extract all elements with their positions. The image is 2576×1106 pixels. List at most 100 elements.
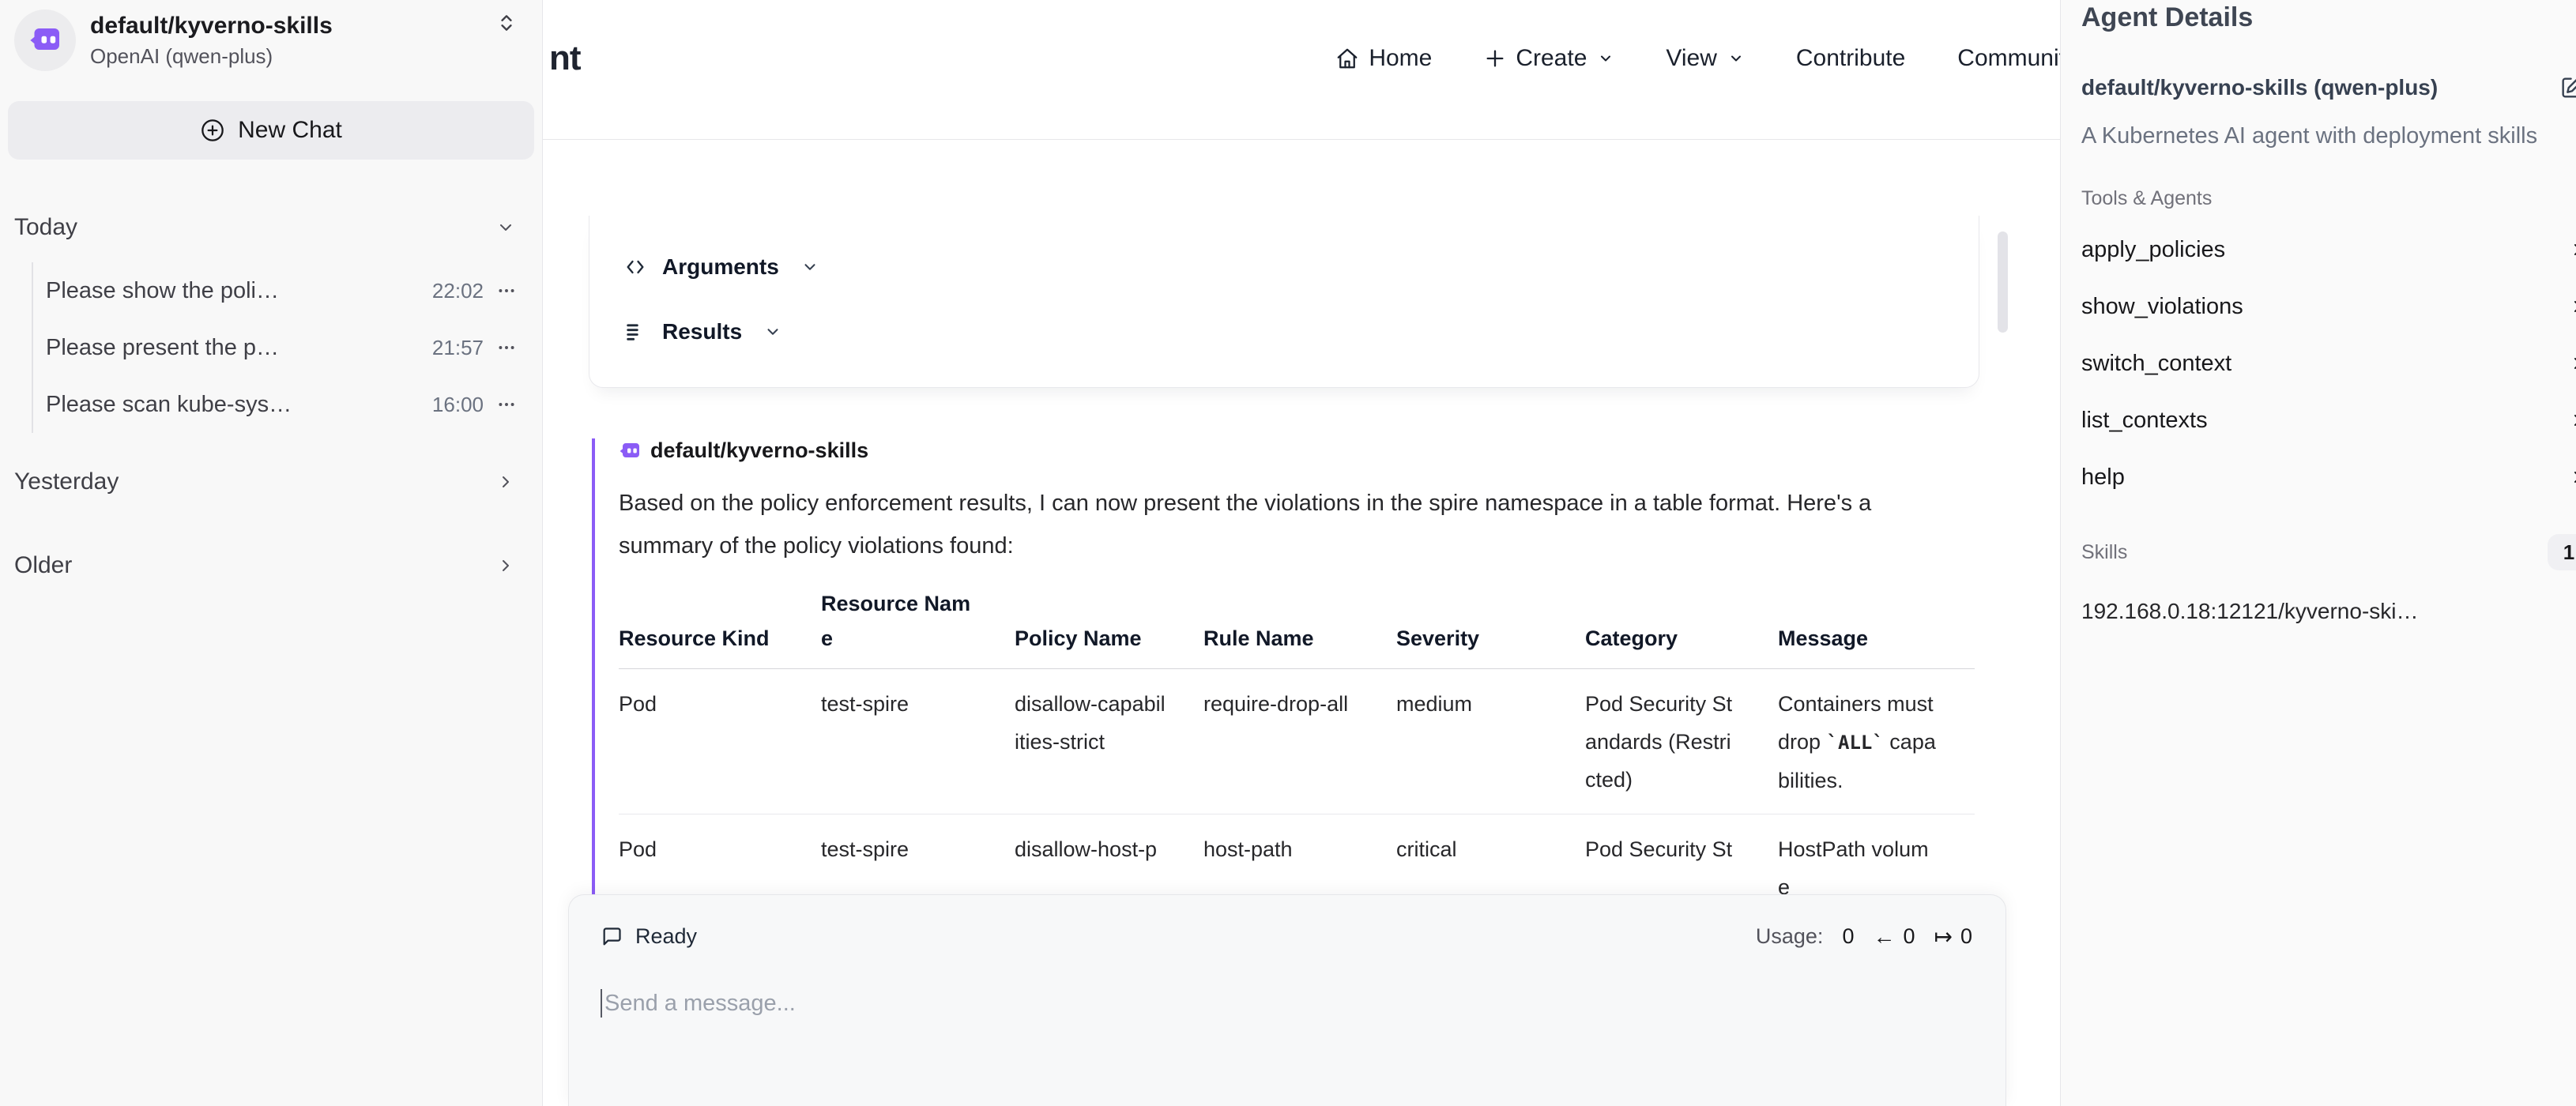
chevron-down-icon xyxy=(1728,51,1744,66)
message-input[interactable]: Send a message... xyxy=(601,989,1972,1018)
cell-rule-name: require-drop-all xyxy=(1203,669,1396,814)
nav-community-label: Community xyxy=(1957,45,2060,72)
scrollbar-thumb[interactable] xyxy=(1998,231,2008,333)
inline-code: `ALL` xyxy=(1827,732,1884,754)
arguments-toggle[interactable]: Arguments xyxy=(624,249,1979,285)
more-horizontal-icon[interactable] xyxy=(496,337,517,358)
code-icon xyxy=(624,256,646,278)
agent-full-name: default/kyverno-skills (qwen-plus) xyxy=(2081,75,2438,100)
tool-item-switch-context[interactable]: switch_context xyxy=(2081,335,2576,392)
chat-sidebar: default/kyverno-skills OpenAI (qwen-plus… xyxy=(0,0,543,1106)
more-horizontal-icon[interactable] xyxy=(496,280,517,301)
tool-item-apply-policies[interactable]: apply_policies xyxy=(2081,221,2576,278)
chevron-right-icon xyxy=(2568,297,2576,316)
chat-time: 16:00 xyxy=(432,393,484,417)
plus-circle-icon xyxy=(200,118,225,143)
tool-call-card: Arguments Results xyxy=(589,216,1979,388)
new-chat-button[interactable]: New Chat xyxy=(8,101,534,160)
chat-scroll-area[interactable]: Arguments Results xyxy=(543,140,2060,1106)
usage-output-count: 0 xyxy=(1960,924,1972,949)
usage-stats: Usage: 0 ← 0 ↦ 0 xyxy=(1756,924,1972,950)
agent-selector-model: OpenAI (qwen-plus) xyxy=(90,43,333,70)
new-chat-label: New Chat xyxy=(238,117,342,144)
chat-time: 22:02 xyxy=(432,279,484,303)
avatar xyxy=(14,9,76,71)
message-author: default/kyverno-skills xyxy=(650,438,868,463)
chat-title: Please scan kube-sys… xyxy=(46,392,420,418)
section-label: Yesterday xyxy=(14,468,119,495)
nav-community[interactable]: Community xyxy=(1957,45,2060,72)
tool-item-show-violations[interactable]: show_violations xyxy=(2081,278,2576,335)
chevrons-up-down-icon[interactable] xyxy=(496,13,517,33)
table-header-row: Resource Kind Resource Name Policy Name … xyxy=(619,586,1975,669)
message-composer: Ready Usage: 0 ← 0 ↦ 0 xyxy=(568,894,2006,1106)
skill-item[interactable]: 192.168.0.18:12121/kyverno-ski… xyxy=(2081,599,2576,624)
plus-icon xyxy=(1484,47,1506,70)
status-label: Ready xyxy=(635,924,697,949)
chat-history-item[interactable]: Please show the poli… 22:02 xyxy=(33,262,542,319)
col-resource-name: Resource Name xyxy=(821,586,1015,669)
arrow-left-icon: ← xyxy=(1873,924,1895,950)
arguments-label: Arguments xyxy=(662,254,779,280)
tool-label: show_violations xyxy=(2081,294,2243,320)
skills-header-row: Skills 1 xyxy=(2081,534,2576,570)
agent-details-panel: Agent Details default/kyverno-skills (qw… xyxy=(2060,0,2576,1106)
tool-item-help[interactable]: help xyxy=(2081,449,2576,506)
chevron-right-icon xyxy=(2568,411,2576,430)
list-icon xyxy=(624,321,646,343)
logo-wordmark-fragment: nt xyxy=(549,39,581,78)
tools-agents-header: Tools & Agents xyxy=(2081,187,2576,210)
sidebar-section-yesterday[interactable]: Yesterday xyxy=(0,469,542,495)
nav-view[interactable]: View xyxy=(1666,45,1743,72)
chat-history-item[interactable]: Please present the p… 21:57 xyxy=(33,319,542,376)
agent-meta: default/kyverno-skills OpenAI (qwen-plus… xyxy=(90,9,333,70)
col-rule-name: Rule Name xyxy=(1203,586,1396,669)
agent-selector[interactable]: default/kyverno-skills OpenAI (qwen-plus… xyxy=(0,0,542,71)
results-label: Results xyxy=(662,319,742,344)
agent-description: A Kubernetes AI agent with deployment sk… xyxy=(2081,123,2576,149)
agent-selector-name: default/kyverno-skills xyxy=(90,11,333,41)
message-body: Based on the policy enforcement results,… xyxy=(619,482,1966,567)
cell-resource-kind: Pod xyxy=(619,669,821,814)
sidebar-section-today[interactable]: Today xyxy=(0,215,542,240)
cell-policy-name: disallow-capabilities-strict xyxy=(1015,669,1203,814)
nav-create-label: Create xyxy=(1516,45,1587,72)
top-nav: nt Home Create View xyxy=(543,0,2060,140)
cell-resource-name: test-spire xyxy=(821,669,1015,814)
chevron-down-icon xyxy=(801,258,819,276)
nav-home[interactable]: Home xyxy=(1335,45,1432,72)
section-label: Older xyxy=(14,552,72,579)
col-severity: Severity xyxy=(1396,586,1585,669)
text-caret xyxy=(601,989,602,1018)
tool-label: apply_policies xyxy=(2081,237,2225,263)
col-resource-kind: Resource Kind xyxy=(619,586,821,669)
app: default/kyverno-skills OpenAI (qwen-plus… xyxy=(0,0,2576,1106)
usage-input-count: 0 xyxy=(1903,924,1915,949)
chevron-right-icon xyxy=(2568,354,2576,373)
agent-name-row: default/kyverno-skills (qwen-plus) xyxy=(2081,74,2576,101)
panel-title: Agent Details xyxy=(2081,2,2576,33)
results-toggle[interactable]: Results xyxy=(624,314,1979,350)
chat-history-item[interactable]: Please scan kube-sys… 16:00 xyxy=(33,376,542,433)
main-area: nt Home Create View xyxy=(543,0,2060,1106)
col-message: Message xyxy=(1778,586,1975,669)
more-horizontal-icon[interactable] xyxy=(496,394,517,415)
sidebar-section-older[interactable]: Older xyxy=(0,553,542,578)
nav-create[interactable]: Create xyxy=(1484,45,1614,72)
cell-category: Pod Security Standards (Restricted) xyxy=(1585,669,1778,814)
col-category: Category xyxy=(1585,586,1778,669)
skills-header: Skills xyxy=(2081,541,2127,564)
cell-message: Containers must drop `ALL` capabilities. xyxy=(1778,669,1975,814)
tools-list: apply_policies show_violations switch_co… xyxy=(2081,221,2576,506)
chat-history-list: Please show the poli… 22:02 Please prese… xyxy=(32,262,542,433)
usage-total: 0 xyxy=(1842,924,1854,949)
chevron-right-icon xyxy=(2568,468,2576,487)
nav-contribute[interactable]: Contribute xyxy=(1796,45,1905,72)
nav-items: Home Create View Contribute xyxy=(1335,0,2060,117)
tool-item-list-contexts[interactable]: list_contexts xyxy=(2081,392,2576,449)
edit-icon[interactable] xyxy=(2559,74,2576,101)
robot-icon xyxy=(619,442,641,461)
robot-icon xyxy=(28,26,62,55)
composer-status-bar: Ready Usage: 0 ← 0 ↦ 0 xyxy=(601,924,1972,950)
tool-label: help xyxy=(2081,465,2125,491)
